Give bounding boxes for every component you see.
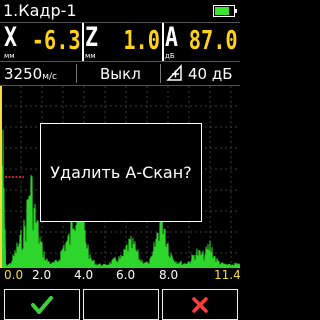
velocity-field[interactable]: 3250м/с: [4, 65, 57, 83]
velocity-unit: м/с: [42, 72, 57, 82]
x-unit: мм: [4, 52, 15, 60]
z-value: 1.0: [123, 26, 160, 56]
battery-icon: [213, 5, 237, 17]
gain-value[interactable]: 40 дБ: [188, 65, 233, 83]
parameter-row: 3250м/с Выкл 40 дБ: [0, 62, 240, 86]
check-icon: [31, 295, 53, 314]
tick-label: 11.4: [214, 268, 241, 282]
separator: [82, 23, 84, 61]
separator: [76, 64, 77, 83]
tick-label: 4.0: [74, 268, 94, 282]
velocity-value: 3250: [4, 65, 43, 83]
separator: [160, 64, 161, 83]
mode-field[interactable]: Выкл: [100, 65, 141, 83]
depth-axis: 0.0 2.0 4.0 6.0 8.0 11.4: [0, 268, 241, 284]
cross-icon: [192, 296, 208, 313]
tick-label: 2.0: [32, 268, 52, 282]
frame-title: 1.Кадр-1: [3, 1, 77, 20]
cancel-button[interactable]: [162, 289, 238, 320]
measurement-row: X мм -6.3 Z мм 1.0 A дБ 87.0: [0, 23, 240, 62]
z-letter: Z: [85, 22, 99, 53]
tick-label: 0.0: [4, 268, 24, 282]
a-unit: дБ: [165, 52, 175, 60]
title-bar: 1.Кадр-1: [0, 0, 240, 23]
separator: [162, 23, 164, 61]
a-value: 87.0: [189, 26, 238, 56]
z-unit: мм: [85, 52, 96, 60]
confirm-dialog: Удалить А-Скан?: [40, 123, 202, 222]
tick-label: 6.0: [116, 268, 136, 282]
x-value: -6.3: [32, 26, 81, 56]
confirm-button[interactable]: [4, 289, 80, 320]
gain-icon: [166, 64, 184, 86]
x-letter: X: [4, 22, 18, 53]
battery-level: [215, 7, 230, 15]
middle-softkey[interactable]: [83, 289, 159, 320]
a-letter: A: [165, 22, 179, 53]
tick-label: 8.0: [159, 268, 179, 282]
dialog-message: Удалить А-Скан?: [50, 163, 192, 182]
